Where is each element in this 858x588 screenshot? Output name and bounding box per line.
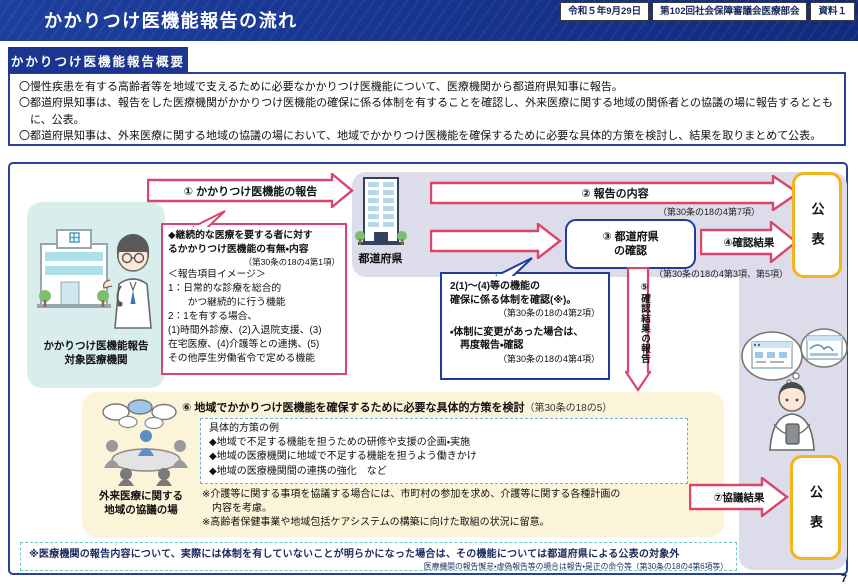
forum-label: 外来医療に関する 地域の協議の場	[84, 489, 198, 517]
meeting-illustration-icon	[94, 398, 198, 491]
medical-institution-box: かかりつけ医機能報告 対象医療機関	[27, 202, 165, 388]
overview-bullet: 〇都道府県知事は、外来医療に関する地域の協議の場において、地域でかかりつけ医機能…	[19, 128, 835, 144]
footnote-main: ※医療機関の報告内容について、実際には体制を有していないことが明らかになった場合…	[29, 545, 728, 560]
slide: かかりつけ医機能報告の流れ 令和５年9月29日 第102回社会保障審議会医療部会…	[0, 0, 858, 588]
section-6-title: ⑥ 地域でかかりつけ医機能を確保するために必要な具体的方策を検討	[182, 402, 524, 414]
arrow-2-label: ② 報告の内容	[430, 175, 824, 211]
arrow-7-discussion-result: ⑦協議結果	[689, 477, 789, 517]
arrow-2-legal-note: （第30条の18の4第7項）	[658, 205, 760, 218]
material-number-box: 資料１	[810, 2, 855, 21]
measures-examples-box: 具体的方策の例 ◆地域で不足する機能を担うための研修や支援の企画・実施 ◆地域の…	[200, 418, 688, 484]
overview-bullet: 〇都道府県知事は、報告をした医療機関がかかりつけ医機能の確保に係る体制を有するこ…	[19, 95, 835, 128]
section-heading: かかりつけ医機能報告概要	[8, 47, 188, 73]
footnote-sub: 医療機関の報告懈怠・虚偽報告等の場合は報告・是正の命令等（第30条の18の4第6…	[29, 561, 728, 572]
callout-legal-note: （第30条の18の4第1項）	[168, 256, 340, 268]
arrow-1-report: ① かかりつけ医機能の報告	[147, 173, 354, 208]
report-items-callout: ◆継続的な医療を要する者に対す るかかりつけ医機能の有無・内容 （第30条の18…	[161, 223, 347, 375]
publish-label: 公表	[808, 202, 827, 262]
page-title: かかりつけ医機能報告の流れ	[44, 7, 298, 33]
arrow-4-legal-note: （第30条の18の4第3項、第5項）	[654, 267, 788, 280]
section-6-legal-note: （第30条の18の5）	[524, 403, 612, 414]
publish-box-bottom: 公表	[790, 455, 841, 560]
overview-bullet: 〇慢性疾患を有する高齢者等を地域で支えるために必要なかかりつけ医機能について、医…	[19, 79, 835, 95]
citizen-phone-icon	[740, 324, 848, 457]
check-box-pointer	[494, 257, 536, 276]
arrow-5-report-of-result: ⑤確認結果の報告	[625, 267, 651, 392]
header-bar: かかりつけ医機能報告の流れ 令和５年9月29日 第102回社会保障審議会医療部会…	[0, 0, 858, 41]
date-box: 令和５年9月29日	[560, 2, 649, 21]
publish-label: 公表	[806, 485, 825, 545]
arrow-1-label: ① かかりつけ医機能の報告	[147, 173, 374, 208]
header-meta: 令和５年9月29日 第102回社会保障審議会医療部会 資料１	[560, 2, 855, 21]
arrow-4-confirm-result: ④確認結果	[700, 221, 798, 263]
medical-institution-label: かかりつけ医機能報告 対象医療機関	[27, 339, 165, 367]
check-line-2: ・体制に変更があった場合は、 再度報告・確認	[450, 326, 600, 353]
prefecture-label: 都道府県	[343, 250, 418, 266]
callout-pointer	[191, 210, 229, 227]
overview-box: 〇慢性疾患を有する高齢者等を地域で支えるために必要なかかりつけ医機能について、医…	[8, 72, 846, 146]
callout-title: ◆継続的な医療を要する者に対す るかかりつけ医機能の有無・内容	[168, 229, 340, 256]
system-check-box: 2(1)～(4)等の機能の 確保に係る体制を確認(※)。 （第30条の18の4第…	[440, 272, 610, 380]
check-ref-2: （第30条の18の4第4項）	[450, 353, 600, 367]
section-6-heading: ⑥ 地域でかかりつけ医機能を確保するために必要な具体的方策を検討（第30条の18…	[182, 399, 612, 415]
check-line-1: 2(1)～(4)等の機能の 確保に係る体制を確認(※)。	[450, 280, 600, 307]
forum-notes: ※介護等に関する事項を協議する場合には、市町村の参加を求め、介護等に関する各種計…	[202, 488, 722, 529]
page-number: 7	[841, 573, 847, 585]
flow-diagram: かかりつけ医機能報告 対象医療機関 都道府県	[8, 162, 848, 575]
footnote-box: ※医療機関の報告内容について、実際には体制を有していないことが明らかになった場合…	[20, 542, 737, 571]
arrow-to-confirmation	[430, 223, 562, 259]
arrow-5-label: ⑤確認結果の報告	[625, 273, 651, 373]
committee-box: 第102回社会保障審議会医療部会	[652, 2, 807, 21]
callout-body: ＜報告項目イメージ＞ 1：日常的な診療を総合的 かつ継続的に行う機能 2：1を有…	[168, 268, 340, 366]
forum-box: ⑥ 地域でかかりつけ医機能を確保するために必要な具体的方策を検討（第30条の18…	[82, 392, 724, 537]
check-ref-1: （第30条の18の4第2項）	[450, 307, 600, 321]
hospital-doctor-icon	[31, 210, 163, 337]
publish-box-top: 公表	[792, 172, 842, 278]
prefecture-confirmation-box: ③ 都道府県 の確認	[565, 219, 696, 269]
